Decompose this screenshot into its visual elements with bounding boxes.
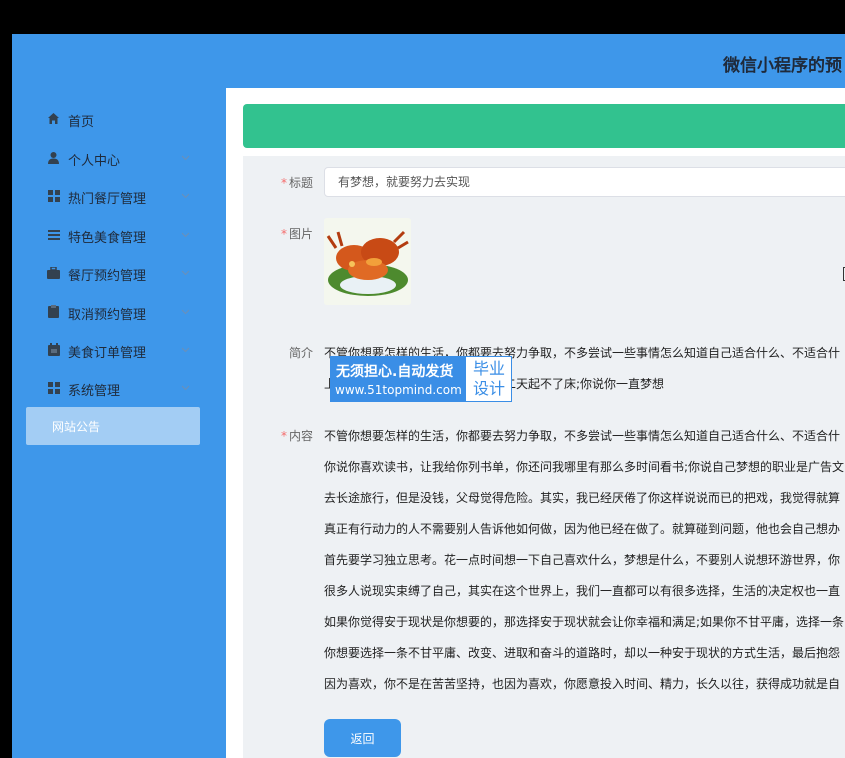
list-icon [47, 228, 60, 241]
sidebar-item-label: 个人中心 [68, 154, 121, 169]
chevron-down-icon [181, 232, 190, 238]
watermark-right: 毕业设计 [472, 359, 505, 398]
sidebar-item-label: 网站公告 [52, 420, 101, 434]
chevron-down-icon [181, 347, 190, 353]
content-line: 很多人说现实束缚了自己，其实在这个世界上，我们一直都可以有很多选择，生活的决定权… [324, 584, 841, 598]
sidebar-item-label: 特色美食管理 [68, 231, 147, 246]
sidebar-item-announcements[interactable]: 网站公告 [26, 407, 200, 445]
content-line: 首先要学习独立思考。花一点时间想一下自己喜欢什么，梦想是什么，不要别人说想环游世… [324, 553, 841, 567]
chevron-down-icon [181, 385, 190, 391]
grid-icon [47, 189, 60, 202]
sidebar-item-orders[interactable]: 美食订单管理 [12, 331, 226, 369]
top-bar: 微信小程序的预 [12, 34, 845, 88]
calendar-icon [47, 343, 60, 356]
intro-label: 简介 [288, 346, 313, 360]
watermark-line2: www.51topmind.com [335, 383, 462, 397]
required-mark: * [280, 429, 287, 443]
sidebar-item-restaurants[interactable]: 热门餐厅管理 [12, 177, 226, 215]
sidebar-item-label: 热门餐厅管理 [68, 192, 147, 207]
sidebar-item-label: 首页 [68, 115, 95, 130]
image-label: * 图片 [280, 227, 313, 241]
title-field[interactable]: 有梦想，就要努力去实现 [324, 167, 845, 197]
content-line: 去长途旅行，但是没钱，父母觉得危险。其实，我已经厌倦了你这样说说而已的把戏，我觉… [324, 491, 841, 505]
sidebar-item-label: 餐厅预约管理 [68, 269, 147, 284]
chevron-down-icon [181, 155, 190, 161]
sidebar-item-label: 取消预约管理 [68, 308, 147, 323]
title-label: * 标题 [280, 176, 313, 190]
sidebar-item-profile[interactable]: 个人中心 [12, 139, 226, 177]
required-mark: * [280, 227, 287, 241]
content-line: 真正有行动力的人不需要别人告诉他如何做，因为他已经在做了。就算碰到问题，他也会自… [324, 522, 841, 536]
detail-form: * 标题 有梦想，就要努力去实现 * 图片 简介 不管你想要怎样的生活，你都要去努力… [243, 156, 845, 758]
content-line: 如果你觉得安于现状是你想要的，那选择安于现状就会让你幸福和满足;如果你不甘平庸，… [324, 615, 845, 629]
home-icon [47, 112, 60, 125]
content-label: * 内容 [280, 429, 313, 443]
sidebar-item-system[interactable]: 系统管理 [12, 369, 226, 407]
watermark-left: 无须担心.自动发货 www.51topmind.com [331, 357, 466, 401]
breadcrumb-bar [243, 104, 845, 148]
content-line: 因为喜欢，你不是在苦苦坚持，也因为喜欢，你愿意投入时间、精力，长久以往，获得成功… [324, 677, 841, 691]
app-title: 微信小程序的预 [723, 56, 842, 76]
sidebar-item-reservations[interactable]: 餐厅预约管理 [12, 254, 226, 292]
sidebar-item-food[interactable]: 特色美食管理 [12, 216, 226, 254]
chevron-down-icon [181, 270, 190, 276]
user-icon [47, 151, 60, 164]
clipboard-icon [47, 305, 60, 318]
watermark: 无须担心.自动发货 www.51topmind.com 毕业设计 [330, 356, 512, 402]
content-line: 你说你喜欢读书，让我给你列书单，你还问我哪里有那么多时间看书;你说自己梦想的职业… [324, 460, 845, 474]
back-button[interactable]: 返回 [324, 719, 401, 757]
sidebar-item-home[interactable]: 首页 [12, 100, 226, 138]
sidebar-item-label: 系统管理 [68, 384, 121, 399]
grid-icon [47, 381, 60, 394]
content-line: 不管你想要怎样的生活，你都要去努力争取，不多尝试一些事情怎么知道自己适合什么、不… [324, 429, 841, 443]
content-line: 你想要选择一条不甘平庸、改变、进取和奋斗的道路时，却以一种安于现状的方式生活，最… [324, 646, 841, 660]
briefcase-icon [47, 266, 60, 279]
watermark-line1: 无须担心.自动发货 [336, 364, 454, 380]
chevron-down-icon [181, 193, 190, 199]
main-content: * 标题 有梦想，就要努力去实现 * 图片 简介 不管你想要怎样的生活，你都要去努力… [226, 88, 845, 758]
food-image [324, 218, 411, 305]
sidebar-item-label: 美食订单管理 [68, 346, 147, 361]
chevron-down-icon [181, 309, 190, 315]
required-mark: * [280, 176, 287, 190]
sidebar: 首页 个人中心 热门餐厅管理 特色美食管理 餐厅预约管理 取消预约管理 美食订单… [12, 88, 226, 758]
sidebar-item-cancellations[interactable]: 取消预约管理 [12, 293, 226, 331]
